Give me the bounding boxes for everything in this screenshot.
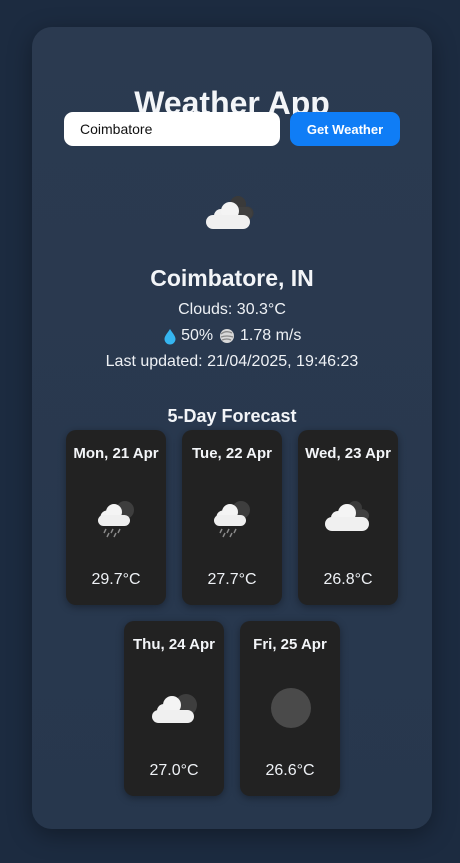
- forecast-date: Mon, 21 Apr: [73, 445, 159, 462]
- rain-cloud-icon: [98, 501, 134, 538]
- cloud-icon: [206, 196, 254, 229]
- wind-icon: [219, 329, 234, 343]
- forecast-temp: 27.0°C: [149, 762, 199, 779]
- forecast-card-3: Wed, 23 Apr 26.8°C: [298, 430, 398, 605]
- forecast-card-2: Tue, 22 Apr 27.7°C: [182, 430, 282, 605]
- city-name: Coimbatore, IN: [150, 265, 314, 291]
- forecast-date: Wed, 23 Apr: [305, 445, 391, 462]
- last-updated: Last updated: 21/04/2025, 19:46:23: [105, 353, 359, 370]
- cloud-icon: [152, 694, 197, 723]
- forecast-date: Fri, 25 Apr: [253, 636, 327, 653]
- cloud-icon: [325, 501, 369, 531]
- weather-card: Weather App Get Weather Coimbatore, IN C…: [32, 27, 432, 829]
- forecast-card-1: Mon, 21 Apr 29.7°C: [66, 430, 166, 605]
- forecast-temp: 26.8°C: [323, 571, 373, 588]
- forecast-card-4: Thu, 24 Apr 27.0°C: [124, 621, 224, 796]
- current-stats: 50% 1.78 m/s: [32, 327, 432, 345]
- droplet-icon: [164, 328, 176, 344]
- forecast-temp: 27.7°C: [207, 571, 257, 588]
- get-weather-button[interactable]: Get Weather: [290, 112, 400, 146]
- forecast-temp: 29.7°C: [91, 571, 141, 588]
- forecast-temp: 26.6°C: [265, 762, 315, 779]
- forecast-card-5: Fri, 25 Apr 26.6°C: [240, 621, 340, 796]
- forecast-date: Tue, 22 Apr: [191, 445, 273, 462]
- overcast-icon: [271, 688, 311, 728]
- wind-value: 1.78 m/s: [240, 327, 302, 345]
- humidity-value: 50%: [181, 327, 214, 345]
- forecast-date: Thu, 24 Apr: [133, 636, 215, 653]
- rain-cloud-icon: [214, 501, 250, 538]
- city-search-input[interactable]: [64, 112, 280, 146]
- current-condition: Clouds: 30.3°C: [178, 301, 286, 318]
- forecast-title: 5-Day Forecast: [167, 406, 297, 426]
